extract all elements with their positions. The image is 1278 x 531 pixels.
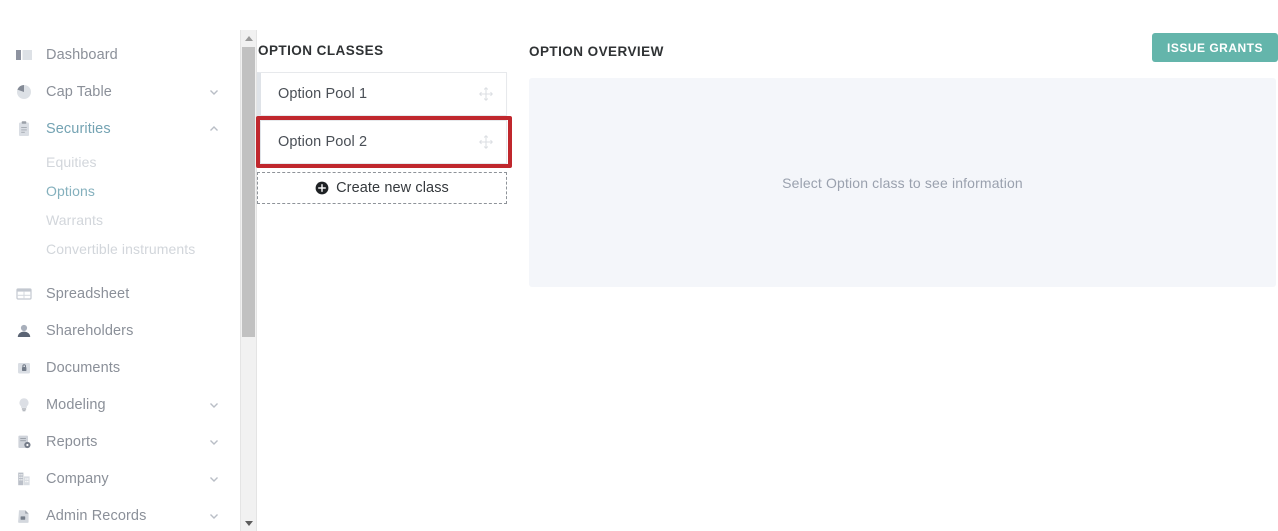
main-sidebar: Dashboard Cap Table Securities Equities … — [0, 0, 240, 531]
sidebar-subitem-warrants[interactable]: Warrants — [0, 205, 240, 234]
sidebar-item-modeling[interactable]: Modeling — [0, 386, 240, 423]
option-overview-empty-message: Select Option class to see information — [782, 174, 1023, 191]
lock-document-icon — [14, 358, 34, 378]
sidebar-item-admin-records[interactable]: Admin Records — [0, 497, 240, 531]
clipboard-icon — [14, 119, 34, 139]
archive-icon — [14, 506, 34, 526]
sidebar-item-dashboard[interactable]: Dashboard — [0, 36, 240, 73]
sidebar-item-securities[interactable]: Securities — [0, 110, 240, 147]
chevron-down-icon[interactable] — [208, 86, 220, 98]
sidebar-item-spreadsheet[interactable]: Spreadsheet — [0, 275, 240, 312]
sidebar-subitem-options[interactable]: Options — [0, 176, 240, 205]
option-overview-header: OPTION OVERVIEW ISSUE GRANTS — [529, 33, 1278, 65]
chevron-down-icon[interactable] — [208, 473, 220, 485]
sidebar-subitem-equities[interactable]: Equities — [0, 147, 240, 176]
plus-circle-icon — [315, 181, 329, 195]
option-classes-title: OPTION CLASSES — [258, 43, 384, 58]
report-gear-icon — [14, 432, 34, 452]
chevron-up-icon[interactable] — [208, 123, 220, 135]
option-class-label: Option Pool 1 — [278, 86, 368, 102]
sidebar-item-label: Modeling — [46, 396, 106, 413]
sidebar-subitem-label: Options — [46, 182, 95, 199]
spreadsheet-icon — [14, 284, 34, 304]
create-new-class-label: Create new class — [336, 180, 449, 196]
sidebar-item-label: Spreadsheet — [46, 285, 130, 302]
sidebar-item-cap-table[interactable]: Cap Table — [0, 73, 240, 110]
scrollbar-thumb[interactable] — [242, 47, 255, 337]
sidebar-subitem-label: Warrants — [46, 211, 104, 228]
option-class-card-1[interactable]: Option Pool 1 — [257, 72, 507, 116]
option-overview-empty-state: Select Option class to see information — [529, 78, 1276, 287]
sidebar-item-label: Securities — [46, 120, 111, 137]
chevron-down-icon[interactable] — [208, 436, 220, 448]
sidebar-item-reports[interactable]: Reports — [0, 423, 240, 460]
chevron-down-icon[interactable] — [208, 399, 220, 411]
option-classes-panel: OPTION CLASSES Option Pool 1 Option Pool… — [256, 0, 522, 531]
sidebar-item-label: Documents — [46, 359, 121, 376]
scroll-up-arrow-icon[interactable] — [241, 30, 256, 46]
option-class-label: Option Pool 2 — [278, 134, 368, 150]
scroll-down-arrow-icon[interactable] — [241, 515, 256, 531]
sidebar-item-label: Company — [46, 470, 109, 487]
lightbulb-icon — [14, 395, 34, 415]
sidebar-item-label: Admin Records — [46, 507, 147, 524]
page-scrollbar[interactable] — [240, 30, 257, 531]
move-handle-icon[interactable] — [478, 86, 494, 102]
create-new-class-button[interactable]: Create new class — [257, 172, 507, 204]
building-icon — [14, 469, 34, 489]
sidebar-item-label: Reports — [46, 433, 98, 450]
sidebar-item-shareholders[interactable]: Shareholders — [0, 312, 240, 349]
sidebar-subitem-convertible-instruments[interactable]: Convertible instruments — [0, 234, 240, 263]
sidebar-item-label: Shareholders — [46, 322, 134, 339]
issue-grants-button[interactable]: ISSUE GRANTS — [1151, 33, 1278, 62]
sidebar-subitem-label: Equities — [46, 153, 97, 170]
application-window: Dashboard Cap Table Securities Equities … — [0, 0, 1278, 531]
option-class-card-2[interactable]: Option Pool 2 — [257, 120, 507, 164]
pie-chart-icon — [14, 82, 34, 102]
option-overview-title: OPTION OVERVIEW — [529, 44, 664, 59]
option-overview-panel: OPTION OVERVIEW ISSUE GRANTS Select Opti… — [529, 0, 1278, 531]
sidebar-subitem-label: Convertible instruments — [46, 240, 196, 257]
sidebar-item-label: Dashboard — [46, 46, 118, 63]
user-icon — [14, 321, 34, 341]
sidebar-item-company[interactable]: Company — [0, 460, 240, 497]
sidebar-item-documents[interactable]: Documents — [0, 349, 240, 386]
move-handle-icon[interactable] — [478, 134, 494, 150]
sidebar-item-label: Cap Table — [46, 83, 112, 100]
dashboard-icon — [14, 45, 34, 65]
chevron-down-icon[interactable] — [208, 510, 220, 522]
